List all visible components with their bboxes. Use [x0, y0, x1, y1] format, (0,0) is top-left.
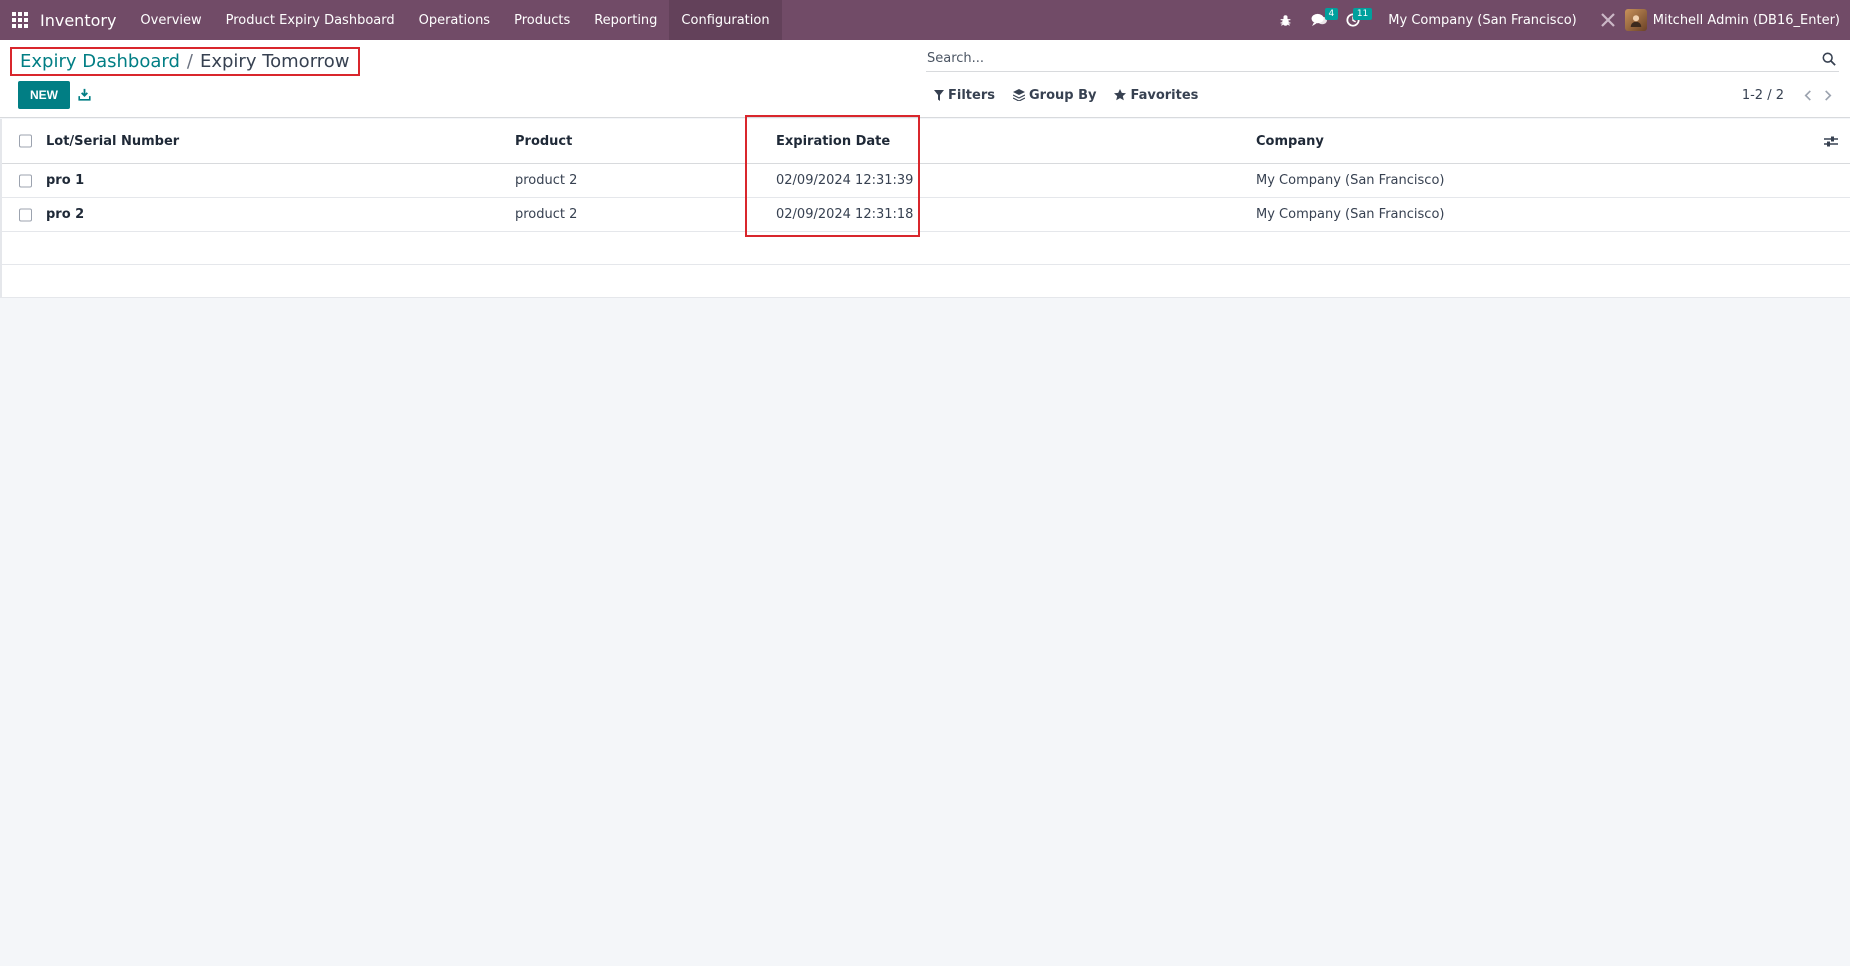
- apps-menu-icon[interactable]: [0, 0, 40, 40]
- cell-lot: pro 2: [46, 207, 85, 222]
- avatar[interactable]: [1624, 9, 1647, 31]
- cell-product: product 2: [515, 173, 578, 188]
- layers-icon: [1012, 89, 1025, 101]
- chevron-left-icon[interactable]: [1798, 85, 1818, 105]
- company-switcher[interactable]: My Company (San Francisco): [1388, 13, 1576, 28]
- bug-icon[interactable]: [1270, 0, 1300, 40]
- app-brand[interactable]: Inventory: [40, 11, 128, 30]
- group-by-button[interactable]: Group By: [1012, 87, 1097, 103]
- navbar-systray: 4 11 My Company (San Francisco) Mitchell…: [1268, 0, 1850, 40]
- row-checkbox[interactable]: [19, 208, 32, 221]
- favorites-button[interactable]: Favorites: [1114, 88, 1198, 103]
- menu-configuration[interactable]: Configuration: [669, 0, 782, 40]
- menu-products[interactable]: Products: [502, 0, 582, 40]
- column-header-lot[interactable]: Lot/Serial Number: [46, 119, 179, 163]
- empty-row: [2, 265, 1850, 298]
- search-bar: [926, 46, 1839, 72]
- messages-badge: 4: [1324, 8, 1339, 20]
- download-icon[interactable]: [74, 84, 94, 104]
- search-icon[interactable]: [1819, 49, 1839, 69]
- column-header-company[interactable]: Company: [1256, 119, 1324, 163]
- star-icon: [1114, 89, 1127, 101]
- cell-expiration-date: 02/09/2024 12:31:39: [776, 173, 914, 188]
- chat-icon[interactable]: 4: [1304, 0, 1339, 40]
- breadcrumb-separator: /: [186, 51, 193, 72]
- tools-icon[interactable]: [1593, 0, 1623, 40]
- cell-company: My Company (San Francisco): [1256, 207, 1445, 222]
- top-navbar: Inventory Overview Product Expiry Dashbo…: [0, 0, 1850, 40]
- user-menu[interactable]: Mitchell Admin (DB16_Enter): [1653, 13, 1840, 28]
- main-menu: Overview Product Expiry Dashboard Operat…: [128, 0, 782, 40]
- filters-button[interactable]: Filters: [934, 88, 995, 103]
- group-by-label: Group By: [1028, 87, 1097, 103]
- menu-reporting[interactable]: Reporting: [582, 0, 669, 40]
- menu-overview[interactable]: Overview: [128, 0, 213, 40]
- table-header: Lot/Serial Number Product Expiration Dat…: [2, 119, 1850, 164]
- clock-icon[interactable]: 11: [1338, 0, 1373, 40]
- pager-value[interactable]: 1-2 / 2: [1742, 88, 1784, 103]
- cell-lot: pro 1: [46, 173, 85, 188]
- cell-expiration-date: 02/09/2024 12:31:18: [776, 207, 914, 222]
- new-button[interactable]: NEW: [18, 81, 70, 109]
- filter-icon: [934, 89, 944, 101]
- column-header-product[interactable]: Product: [515, 119, 572, 163]
- activities-badge: 11: [1352, 8, 1373, 20]
- breadcrumb-parent-link[interactable]: Expiry Dashboard: [20, 51, 180, 72]
- cell-product: product 2: [515, 207, 578, 222]
- empty-row: [2, 232, 1850, 265]
- search-input[interactable]: [926, 51, 1819, 66]
- favorites-label: Favorites: [1130, 87, 1199, 103]
- column-header-expiration-date[interactable]: Expiration Date: [776, 119, 890, 163]
- row-checkbox[interactable]: [19, 174, 32, 187]
- table-row[interactable]: pro 2 product 2 02/09/2024 12:31:18 My C…: [2, 198, 1850, 232]
- chevron-right-icon[interactable]: [1818, 85, 1838, 105]
- cell-company: My Company (San Francisco): [1256, 173, 1445, 188]
- menu-operations[interactable]: Operations: [407, 0, 502, 40]
- list-view: Lot/Serial Number Product Expiration Dat…: [0, 119, 1850, 298]
- filters-label: Filters: [948, 87, 995, 103]
- search-panel-options: Filters Group By Favorites: [934, 84, 1216, 106]
- menu-product-expiry-dashboard[interactable]: Product Expiry Dashboard: [214, 0, 407, 40]
- breadcrumb-current: Expiry Tomorrow: [199, 51, 350, 72]
- select-all-checkbox[interactable]: [19, 134, 32, 148]
- table-row[interactable]: pro 1 product 2 02/09/2024 12:31:39 My C…: [2, 164, 1850, 198]
- control-panel: Expiry Dashboard / Expiry Tomorrow NEW F…: [0, 40, 1850, 118]
- breadcrumb: Expiry Dashboard / Expiry Tomorrow: [10, 47, 360, 76]
- pager: 1-2 / 2: [1742, 84, 1838, 106]
- optional-columns-icon[interactable]: [1824, 119, 1838, 163]
